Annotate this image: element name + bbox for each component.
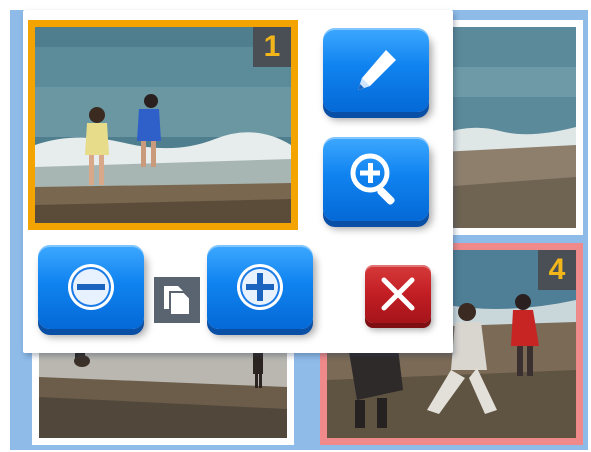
photo-number-badge: 4 <box>538 250 576 290</box>
copy-pages-icon <box>154 277 200 323</box>
photo-options-menu: 1 <box>23 10 453 353</box>
photo-thumbnail-1[interactable]: 1 <box>28 20 298 230</box>
decrease-button[interactable] <box>38 245 144 329</box>
close-x-icon <box>381 277 415 311</box>
photo-number-badge: 1 <box>253 27 291 67</box>
edit-button[interactable] <box>323 28 429 112</box>
increase-button[interactable] <box>207 245 313 329</box>
pencil-icon <box>358 50 396 90</box>
minus-circle-icon <box>68 264 114 310</box>
photo-grid: 4 1 <box>10 10 588 450</box>
plus-circle-icon <box>237 264 283 310</box>
zoom-in-button[interactable] <box>323 137 429 221</box>
beach-photo <box>440 27 576 228</box>
close-button[interactable] <box>365 265 431 323</box>
magnifier-plus-icon <box>350 153 395 205</box>
photo-thumbnail-2[interactable] <box>433 20 583 235</box>
